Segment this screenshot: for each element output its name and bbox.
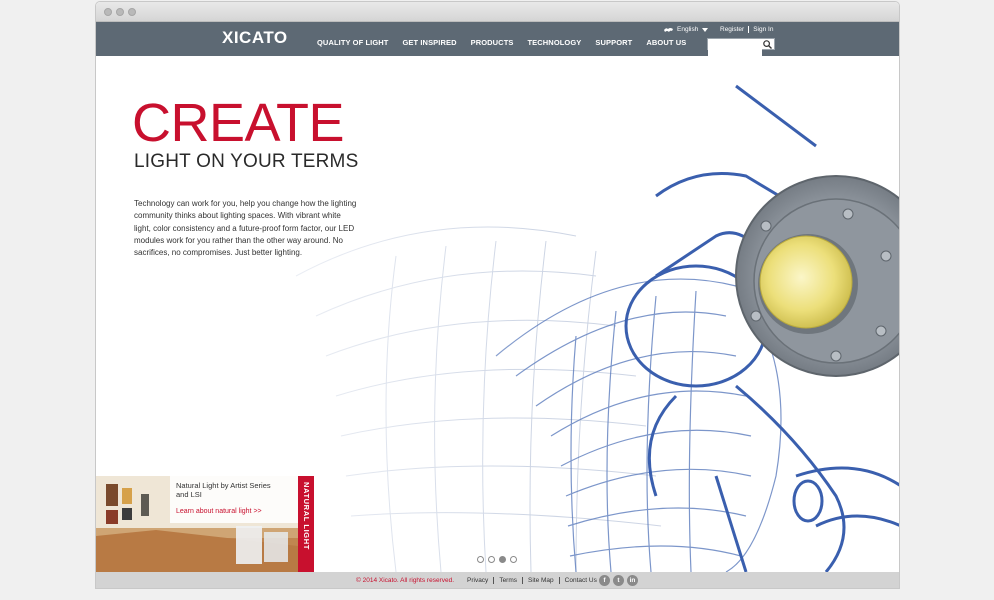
hero-title: CREATE xyxy=(132,93,345,153)
natural-light-tab[interactable]: NATURAL LIGHT xyxy=(298,476,314,572)
divider xyxy=(522,577,524,584)
menu-support[interactable]: SUPPORT xyxy=(595,38,632,47)
carousel-indicators xyxy=(477,556,517,563)
natural-light-tab-label: NATURAL LIGHT xyxy=(302,482,311,550)
hero-description: Technology can work for you, help you ch… xyxy=(134,199,357,258)
carousel-dot[interactable] xyxy=(477,556,484,563)
learn-natural-light-link[interactable]: Learn about natural light >> xyxy=(176,508,262,515)
divider xyxy=(493,577,495,584)
menu-quality-of-light[interactable]: QUALITY OF LIGHT xyxy=(317,38,388,47)
linkedin-icon[interactable]: in xyxy=(627,575,638,586)
menu-get-inspired[interactable]: GET INSPIRED xyxy=(402,38,456,47)
search-icon[interactable] xyxy=(763,40,772,49)
divider xyxy=(558,577,560,584)
menu-about-us[interactable]: ABOUT US xyxy=(646,38,686,47)
register-link[interactable]: Register xyxy=(720,26,744,33)
search-input[interactable] xyxy=(708,45,762,56)
main-menu: QUALITY OF LIGHT GET INSPIRED PRODUCTS T… xyxy=(317,38,686,47)
top-navigation: XICATO QUALITY OF LIGHT GET INSPIRED PRO… xyxy=(96,22,899,56)
carousel-dot-active[interactable] xyxy=(499,556,506,563)
globe-icon xyxy=(664,27,673,32)
chevron-down-icon xyxy=(702,27,709,32)
twitter-icon[interactable]: t xyxy=(613,575,624,586)
carousel-dot[interactable] xyxy=(510,556,517,563)
signin-link[interactable]: Sign In xyxy=(753,26,773,33)
carousel-dot[interactable] xyxy=(488,556,495,563)
footer-links: Privacy Terms Site Map Contact Us xyxy=(467,577,597,584)
contact-us-link[interactable]: Contact Us xyxy=(565,577,597,584)
divider xyxy=(748,26,750,33)
privacy-link[interactable]: Privacy xyxy=(467,577,488,584)
browser-window: XICATO QUALITY OF LIGHT GET INSPIRED PRO… xyxy=(95,1,900,589)
window-minimize-button[interactable] xyxy=(116,8,124,16)
page-footer: © 2014 Xicato. All rights reserved. Priv… xyxy=(96,572,899,588)
xicato-logo[interactable]: XICATO xyxy=(222,28,288,48)
copyright-text: © 2014 Xicato. All rights reserved. xyxy=(356,577,455,584)
menu-technology[interactable]: TECHNOLOGY xyxy=(527,38,581,47)
language-selector[interactable]: English xyxy=(664,26,709,33)
window-close-button[interactable] xyxy=(104,8,112,16)
window-zoom-button[interactable] xyxy=(128,8,136,16)
hero-subtitle: LIGHT ON YOUR TERMS xyxy=(134,151,359,172)
natural-light-promo[interactable]: Natural Light by Artist Series and LSI L… xyxy=(96,476,314,572)
terms-link[interactable]: Terms xyxy=(499,577,517,584)
menu-products[interactable]: PRODUCTS xyxy=(471,38,514,47)
hero-section: CREATE LIGHT ON YOUR TERMS Technology ca… xyxy=(96,56,899,572)
account-links: Register Sign In xyxy=(720,26,773,33)
promo-card: Natural Light by Artist Series and LSI L… xyxy=(170,476,298,523)
sitemap-link[interactable]: Site Map xyxy=(528,577,554,584)
facebook-icon[interactable]: f xyxy=(599,575,610,586)
language-label: English xyxy=(677,26,699,33)
window-titlebar xyxy=(96,2,899,22)
search-box xyxy=(707,38,775,56)
promo-title: Natural Light by Artist Series and LSI xyxy=(176,481,271,499)
social-links: f t in xyxy=(599,575,638,586)
